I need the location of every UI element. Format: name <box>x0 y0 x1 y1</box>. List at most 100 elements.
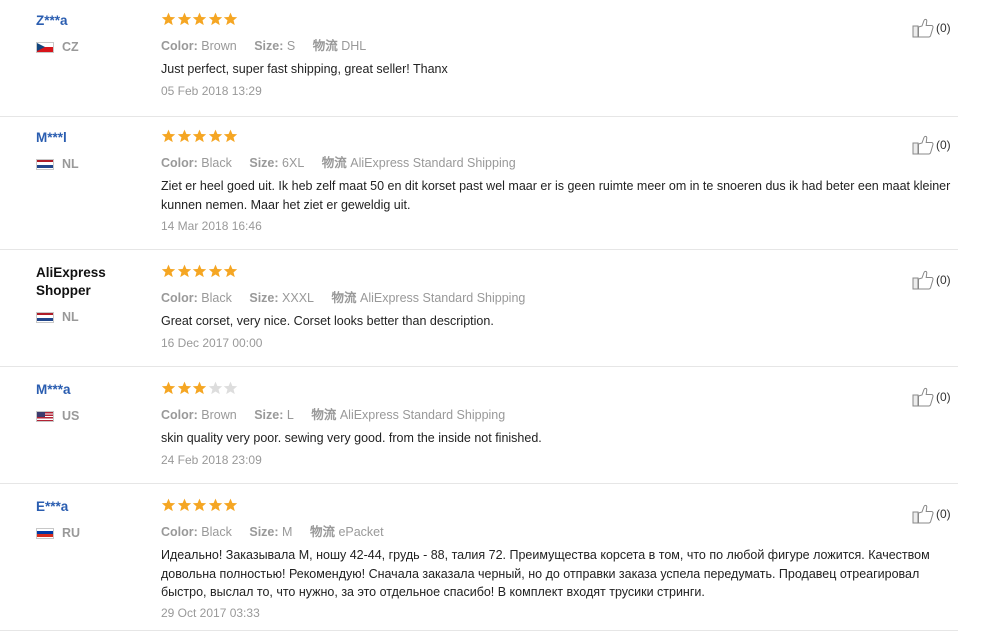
rating-stars <box>161 264 239 278</box>
star-icon <box>192 129 207 143</box>
review-item: AliExpress Shopper NL Color: Black Size:… <box>0 260 958 367</box>
review-text: Just perfect, super fast shipping, great… <box>161 62 448 76</box>
size-label: Size: <box>249 525 279 539</box>
helpful-button[interactable]: (0) <box>912 270 951 290</box>
shipping-value: AliExpress Standard Shipping <box>339 408 506 422</box>
helpful-button[interactable]: (0) <box>912 387 951 407</box>
star-icon <box>192 264 207 278</box>
reviewer-name[interactable]: M***a <box>36 381 146 399</box>
review-date: 16 Dec 2017 00:00 <box>161 336 263 350</box>
star-icon <box>208 381 222 395</box>
shipping-label: 物流 <box>309 525 335 539</box>
shipping-label: 物流 <box>321 156 347 170</box>
helpful-count: (0) <box>936 507 951 521</box>
color-value: Brown <box>201 39 237 53</box>
nl-flag-icon <box>36 158 54 170</box>
star-icon <box>223 381 238 395</box>
reviewer-name[interactable]: M***l <box>36 129 146 147</box>
shipping-value: AliExpress Standard Shipping <box>359 291 526 305</box>
helpful-count: (0) <box>936 21 951 35</box>
shipping-label: 物流 <box>312 39 338 53</box>
color-value: Black <box>201 156 232 170</box>
shipping-label: 物流 <box>331 291 357 305</box>
star-icon <box>208 12 222 26</box>
review-date: 14 Mar 2018 16:46 <box>161 219 262 233</box>
size-label: Size: <box>254 39 284 53</box>
country-code: US <box>62 409 80 423</box>
size-value: M <box>282 525 293 539</box>
shipping-label: 物流 <box>311 408 337 422</box>
star-icon <box>223 12 238 26</box>
star-icon <box>161 12 176 26</box>
review-date: 05 Feb 2018 13:29 <box>161 84 262 98</box>
order-attributes: Color: Brown Size: S 物流 DHL <box>161 35 380 54</box>
review-date: 24 Feb 2018 23:09 <box>161 453 262 467</box>
order-attributes: Color: Black Size: XXXL 物流 AliExpress St… <box>161 287 539 306</box>
star-icon <box>223 129 238 143</box>
thumbs-up-icon[interactable] <box>912 504 934 524</box>
star-icon <box>177 129 191 143</box>
star-icon <box>177 264 191 278</box>
country-code: RU <box>62 526 81 540</box>
thumbs-up-icon[interactable] <box>912 18 934 38</box>
shipping-value: ePacket <box>338 525 384 539</box>
country-code: NL <box>62 157 79 171</box>
reviewer-name[interactable]: Z***a <box>36 12 146 30</box>
color-label: Color: <box>161 291 198 305</box>
order-attributes: Color: Brown Size: L 物流 AliExpress Stand… <box>161 404 519 423</box>
helpful-button[interactable]: (0) <box>912 135 951 155</box>
star-icon <box>223 264 238 278</box>
star-icon <box>208 129 222 143</box>
country-code: CZ <box>62 40 79 54</box>
thumbs-up-icon[interactable] <box>912 387 934 407</box>
size-label: Size: <box>254 408 284 422</box>
color-label: Color: <box>161 525 198 539</box>
rating-stars <box>161 381 239 395</box>
size-value: S <box>286 39 296 53</box>
reviewer-name: AliExpress Shopper <box>36 265 106 298</box>
ru-flag-icon <box>36 527 54 539</box>
size-value: L <box>286 408 294 422</box>
reviewer-name[interactable]: E***a <box>36 498 146 516</box>
review-item: E***a RU Color: Black Size: M 物流 ePacket… <box>0 494 958 631</box>
review-text: Идеально! Заказывала М, ношу 42-44, груд… <box>161 548 930 599</box>
helpful-count: (0) <box>936 273 951 287</box>
size-label: Size: <box>249 156 279 170</box>
thumbs-up-icon[interactable] <box>912 270 934 290</box>
star-icon <box>177 12 191 26</box>
order-attributes: Color: Black Size: M 物流 ePacket <box>161 521 398 540</box>
color-value: Black <box>201 291 232 305</box>
order-attributes: Color: Black Size: 6XL 物流 AliExpress Sta… <box>161 152 530 171</box>
review-text: Great corset, very nice. Corset looks be… <box>161 314 494 328</box>
nl-flag-icon <box>36 311 54 323</box>
color-label: Color: <box>161 408 198 422</box>
reviewer-country: CZ <box>36 40 79 54</box>
size-value: 6XL <box>282 156 305 170</box>
star-icon <box>208 264 222 278</box>
rating-stars <box>161 129 239 143</box>
star-icon <box>161 129 176 143</box>
color-value: Brown <box>201 408 237 422</box>
star-icon <box>177 381 191 395</box>
review-text: Ziet er heel goed uit. Ik heb zelf maat … <box>161 179 951 212</box>
review-date: 29 Oct 2017 03:33 <box>161 606 260 620</box>
star-icon <box>192 12 207 26</box>
helpful-count: (0) <box>936 390 951 404</box>
thumbs-up-icon[interactable] <box>912 135 934 155</box>
cz-flag-icon <box>36 41 54 53</box>
star-icon <box>177 498 191 512</box>
reviewer-country: NL <box>36 157 79 171</box>
star-icon <box>161 381 176 395</box>
review-item: M***a US Color: Brown Size: L 物流 AliExpr… <box>0 377 958 484</box>
reviewer-country: RU <box>36 526 80 540</box>
size-label: Size: <box>249 291 279 305</box>
review-item: Z***a CZ Color: Brown Size: S 物流 DHL Jus… <box>0 8 958 117</box>
rating-stars <box>161 12 239 26</box>
country-code: NL <box>62 310 79 324</box>
feedback-list: Z***a CZ Color: Brown Size: S 物流 DHL Jus… <box>0 0 984 631</box>
rating-stars <box>161 498 239 512</box>
helpful-button[interactable]: (0) <box>912 504 951 524</box>
size-value: XXXL <box>282 291 314 305</box>
us-flag-icon <box>36 410 54 422</box>
helpful-button[interactable]: (0) <box>912 18 951 38</box>
